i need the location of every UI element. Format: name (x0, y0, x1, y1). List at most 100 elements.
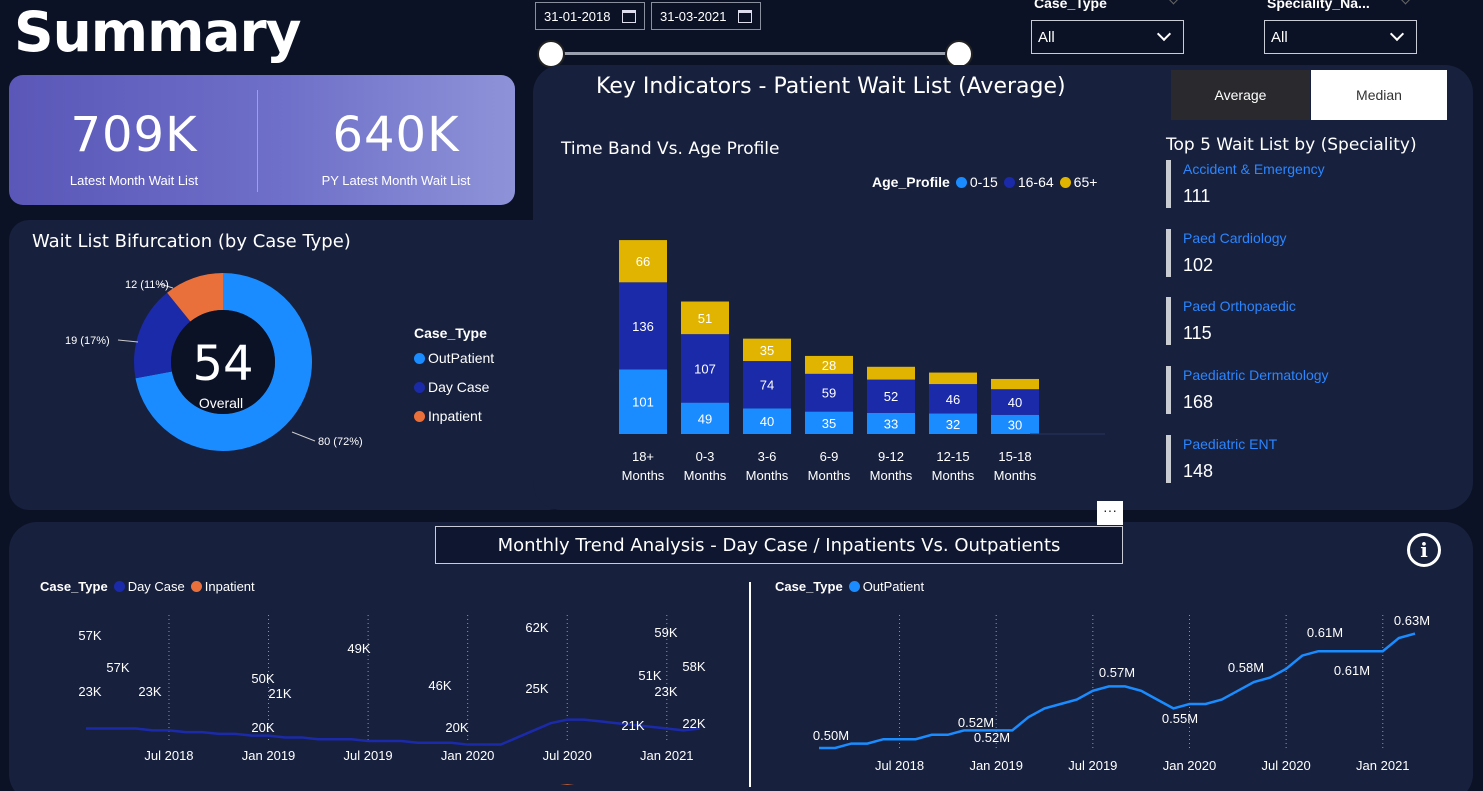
median-toggle-button[interactable]: Median (1311, 70, 1447, 120)
spec-name[interactable]: Paediatric ENT (1183, 436, 1277, 452)
data-label: 22K (682, 716, 705, 731)
spec-value: 115 (1183, 323, 1212, 343)
slice-label-inpatient: 12 (11%) (125, 279, 169, 291)
category-tick-label: 9-12 (878, 449, 904, 464)
data-label: 0.61M (1307, 625, 1343, 640)
outpatient-line-chart[interactable]: Jul 2018 Jan 2019 Jul 2019 Jan 2020 Jul 2020… (755, 600, 1460, 785)
speciality-select-value: All (1271, 28, 1288, 46)
kpi-py-latest-month: 640K PY Latest Month Wait List (271, 75, 521, 205)
speciality-filter-label: Speciality_Na... (1267, 0, 1370, 11)
x-tick-label: Jan 2020 (441, 748, 495, 763)
bar-value-label: 33 (884, 416, 898, 431)
bar-segment[interactable] (867, 366, 915, 380)
chevron-down-icon[interactable] (1168, 0, 1179, 5)
calendar-icon[interactable] (738, 9, 752, 23)
legend-dot (414, 352, 425, 364)
spec-value: 111 (1183, 186, 1211, 206)
spec-name[interactable]: Paediatric Dermatology (1183, 367, 1329, 383)
slice-label-daycase: 19 (17%) (65, 335, 110, 347)
trend-title: Monthly Trend Analysis - Day Case / Inpa… (435, 526, 1123, 564)
kpi-card: 709K Latest Month Wait List 640K PY Late… (9, 75, 515, 205)
spec-name[interactable]: Paed Cardiology (1183, 230, 1287, 246)
spec-value: 148 (1183, 461, 1214, 481)
speciality-select[interactable]: All (1264, 20, 1417, 54)
data-label: 57K (78, 628, 101, 643)
date-slider-end-handle[interactable] (945, 40, 973, 68)
more-options-icon[interactable]: ··· (1097, 501, 1123, 525)
legend-item-outpatient[interactable]: OutPatient (414, 350, 494, 366)
data-label: 0.55M (1162, 711, 1198, 726)
trend-right-legend: Case_Type OutPatient (775, 579, 924, 594)
category-tick-label: Months (746, 468, 789, 483)
data-label: 0.52M (958, 715, 994, 730)
bar-segment[interactable] (991, 378, 1039, 390)
end-date-input[interactable]: 31-03-2021 (651, 2, 761, 30)
calendar-icon[interactable] (622, 9, 636, 23)
legend-label: Day Case (428, 379, 490, 395)
data-label: 20K (445, 720, 468, 735)
bar-value-label: 35 (822, 416, 836, 431)
category-tick-label: Months (994, 468, 1037, 483)
legend-dot (190, 581, 202, 592)
legend-dot (414, 381, 425, 393)
case-type-select[interactable]: All (1031, 20, 1184, 54)
date-slider-track[interactable] (551, 52, 960, 55)
kpi-latest-month: 709K Latest Month Wait List (9, 75, 259, 205)
bar-value-label: 59 (822, 386, 836, 401)
spec-name[interactable]: Paed Orthopaedic (1183, 298, 1296, 314)
page-title: Summary (14, 0, 301, 64)
data-label: 50K (251, 671, 274, 686)
spec-value: 102 (1183, 255, 1214, 275)
legend-item-inpatient[interactable]: Inpatient (414, 408, 482, 424)
kpi-divider (257, 90, 258, 192)
data-label: 23K (654, 684, 677, 699)
top5-title: Top 5 Wait List by (Speciality) (1166, 135, 1417, 155)
data-label: 59K (654, 625, 677, 640)
legend-item-daycase[interactable]: Day Case (113, 579, 185, 594)
category-tick-label: 18+ (632, 449, 654, 464)
category-tick-label: 6-9 (820, 449, 839, 464)
legend-item-outpatient[interactable]: OutPatient (848, 579, 924, 594)
legend-item-daycase[interactable]: Day Case (414, 379, 489, 395)
daycase-inpatient-line-chart[interactable]: Jul 2018 Jan 2019 Jul 2019 Jan 2020 Jul 2020… (0, 600, 745, 785)
spec-value: 168 (1183, 392, 1214, 412)
spec-name[interactable]: Accident & Emergency (1183, 161, 1325, 177)
age-profile-legend: Age_Profile 0-15 16-64 65+ (872, 174, 1097, 190)
start-date-value: 31-01-2018 (544, 8, 611, 24)
chevron-down-icon (1156, 26, 1172, 42)
category-tick-label: 0-3 (696, 449, 715, 464)
series-line-outpatient[interactable] (819, 632, 1416, 750)
category-tick-label: Months (622, 468, 665, 483)
legend-item-65plus[interactable]: 65+ (1059, 174, 1097, 190)
info-icon[interactable]: i (1407, 533, 1441, 567)
data-label: 0.61M (1334, 663, 1370, 678)
data-label: 20K (251, 720, 274, 735)
leader-line (117, 339, 139, 343)
end-date-value: 31-03-2021 (660, 8, 727, 24)
donut-chart[interactable]: 12 (11%) 19 (17%) 80 (72%) 54 Overall (30, 262, 410, 492)
bar-segment[interactable] (929, 372, 977, 385)
bifurcation-title: Wait List Bifurcation (by Case Type) (32, 231, 351, 252)
legend-item-inpatient[interactable]: Inpatient (190, 579, 255, 594)
series-line-day-case[interactable] (86, 718, 701, 746)
legend-dot (414, 410, 425, 422)
legend-label: 0-15 (969, 174, 998, 190)
bar-value-label: 49 (698, 411, 712, 426)
chevron-down-icon[interactable] (1400, 0, 1411, 5)
spec-marker (1166, 229, 1171, 277)
legend-item-0-15[interactable]: 0-15 (955, 174, 998, 190)
legend-label: Inpatient (204, 579, 255, 594)
average-toggle-button[interactable]: Average (1171, 70, 1310, 120)
legend-title: Case_Type (775, 579, 843, 594)
data-label: 0.52M (974, 730, 1010, 745)
data-label: 0.57M (1099, 665, 1135, 680)
x-tick-label: Jul 2020 (1262, 758, 1311, 773)
bifurcation-legend-title: Case_Type (414, 325, 487, 341)
bar-value-label: 66 (636, 254, 650, 269)
legend-item-16-64[interactable]: 16-64 (1003, 174, 1054, 190)
x-tick-label: Jul 2019 (1068, 758, 1117, 773)
date-slider-start-handle[interactable] (537, 40, 565, 68)
start-date-input[interactable]: 31-01-2018 (535, 2, 645, 30)
legend-label: OutPatient (428, 350, 495, 366)
stacked-bar-chart[interactable]: 101 136 66 18+ Months 49 107 51 0-3 Months 40 74 35 3… (600, 230, 1120, 492)
